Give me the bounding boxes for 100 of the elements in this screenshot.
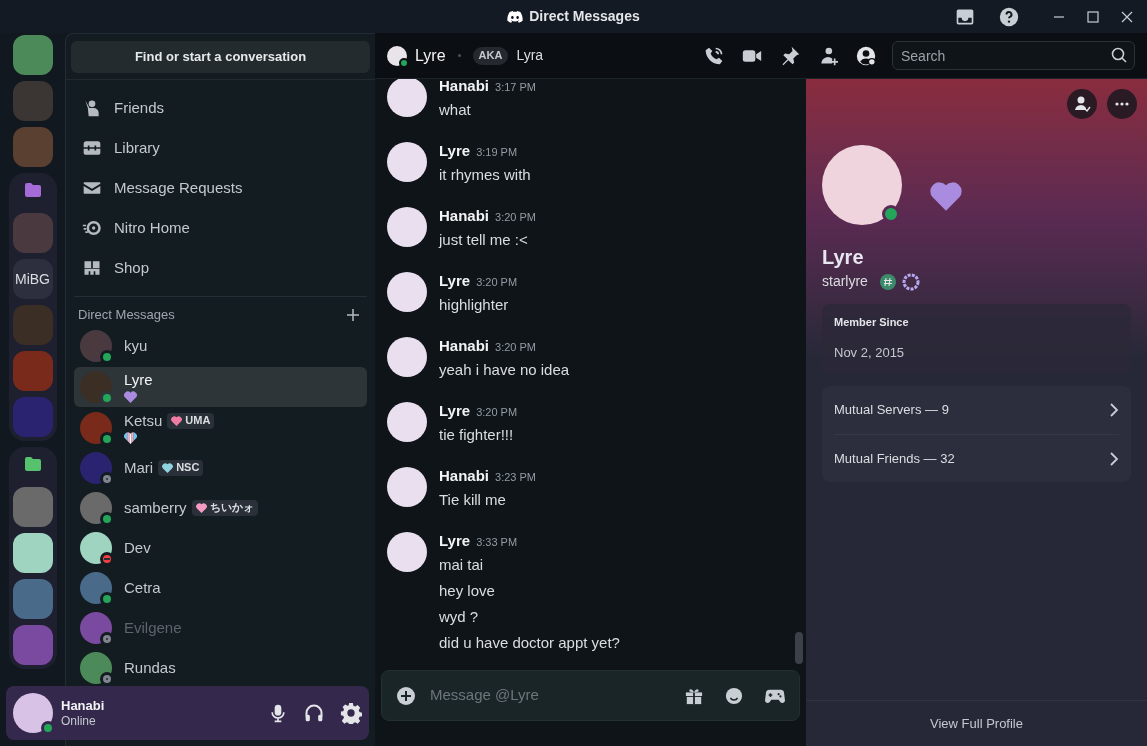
add-attachment-icon[interactable] (396, 685, 416, 706)
search-button[interactable]: Find or start a conversation (71, 40, 370, 73)
message-text: did u have doctor appt yet? (439, 633, 620, 653)
message-text: just tell me :< (439, 230, 529, 250)
add-icon[interactable] (347, 308, 359, 321)
badge-icon (901, 272, 920, 291)
heart-icon (930, 181, 962, 211)
dm-item[interactable]: samberry ちいかォ (74, 487, 367, 528)
avatar (387, 142, 427, 182)
dm-name: Rundas (124, 658, 176, 677)
folder-icon[interactable] (24, 183, 41, 197)
user-name: Hanabi (61, 698, 106, 714)
message-author: Lyre (439, 531, 471, 551)
settings-icon[interactable] (340, 702, 362, 724)
avatar (387, 207, 427, 247)
view-profile-link[interactable]: View Full Profile (930, 713, 1023, 734)
folder-icon[interactable] (24, 457, 41, 471)
headphones-icon[interactable] (304, 703, 324, 723)
aka-label: AKA (472, 46, 509, 65)
section-heading: Direct Messages (78, 306, 175, 324)
user-tag: ちいかォ (191, 499, 258, 516)
nav-item[interactable]: Message Requests (74, 168, 367, 208)
server-folder[interactable] (8, 447, 57, 669)
dm-item[interactable]: Ketsu UMA (74, 407, 367, 448)
avatar (387, 337, 427, 377)
message-text: mai tai (439, 555, 485, 575)
message-author: Hanabi (439, 206, 489, 226)
message-author: Hanabi (439, 466, 489, 486)
add-friend-icon[interactable] (818, 45, 838, 66)
message-author: Hanabi (439, 79, 489, 96)
server-icon[interactable] (12, 533, 53, 573)
avatar (387, 467, 427, 507)
message-time: 3:23 PM (495, 470, 536, 485)
server-folder[interactable]: MiBG (8, 173, 57, 441)
pin-icon[interactable] (780, 45, 800, 66)
chevron-right-icon (1109, 403, 1119, 417)
message-time: 3:20 PM (476, 405, 518, 420)
message-text: hey love (439, 581, 496, 601)
dm-item[interactable]: kyu (74, 325, 367, 366)
nav-item[interactable]: Shop (74, 248, 367, 288)
dm-name: kyu (124, 336, 148, 355)
dm-item[interactable]: Mari NSC (74, 447, 367, 488)
chat-title: Lyre (415, 45, 446, 66)
dm-name: Ketsu (124, 411, 163, 430)
maximize-icon[interactable] (1087, 10, 1099, 23)
window-title: Direct Messages (529, 7, 640, 26)
more-icon[interactable] (1107, 89, 1137, 119)
scrollbar-thumb[interactable] (795, 632, 803, 664)
dm-item[interactable]: Lyre (74, 366, 367, 407)
nav-item[interactable]: Friends (74, 88, 367, 128)
dm-item[interactable]: Dev (74, 527, 367, 568)
search-field[interactable]: Search (892, 41, 1135, 70)
message-text: tie fighter!!! (439, 425, 515, 445)
app-logo-icon (507, 10, 524, 23)
nitro-icon (82, 218, 102, 238)
message-author: Lyre (439, 141, 471, 161)
message-text: highlighter (439, 295, 510, 315)
user-status: Online (61, 714, 97, 728)
help-icon[interactable] (999, 6, 1019, 27)
message-time: 3:17 PM (495, 80, 536, 95)
user-profile-icon[interactable] (856, 45, 876, 66)
user-tag: UMA (167, 412, 215, 429)
message-time: 3:20 PM (495, 210, 536, 225)
nav-item[interactable]: Nitro Home (74, 208, 367, 248)
user-check-icon[interactable] (1067, 89, 1097, 119)
server-icon[interactable]: MiBG (12, 259, 53, 299)
user-tag: NSC (158, 459, 204, 476)
gift-icon[interactable] (685, 686, 703, 705)
nav-item[interactable]: Library (74, 128, 367, 168)
phone-icon[interactable] (704, 45, 724, 66)
avatar (387, 532, 427, 572)
avatar (387, 272, 427, 312)
dm-name: Lyre (124, 370, 153, 389)
message-field[interactable]: Message @Lyre (430, 684, 685, 707)
message-author: Hanabi (439, 336, 489, 356)
library-icon (82, 138, 102, 158)
composer-bar[interactable]: Message @Lyre (381, 670, 800, 721)
dm-item[interactable]: Rundas (74, 647, 367, 686)
message-time: 3:20 PM (476, 275, 518, 290)
shop-icon (82, 258, 102, 278)
message-text: what (439, 100, 472, 120)
message-text: yeah i have no idea (439, 360, 570, 380)
dm-name: Mari (124, 458, 154, 477)
mutuals-link[interactable]: Mutual Servers — 9 (834, 386, 1119, 434)
message-text: Tie kill me (439, 490, 507, 510)
chevron-right-icon (1109, 451, 1119, 466)
message-time: 3:19 PM (476, 145, 518, 160)
message-text: wyd ? (439, 607, 480, 627)
dm-name: Evilgene (124, 618, 182, 637)
emoji-icon[interactable] (725, 686, 743, 705)
message-author: Lyre (439, 401, 471, 421)
microphone-icon[interactable] (268, 703, 288, 723)
mutuals-link[interactable]: Mutual Friends — 32 (834, 434, 1119, 482)
server-icon[interactable] (12, 35, 53, 75)
message-time: 3:20 PM (495, 340, 536, 355)
close-icon[interactable] (1121, 10, 1133, 23)
message-text: it rhymes with (439, 165, 531, 185)
dm-item[interactable]: Cetra (74, 567, 367, 608)
avatar (387, 79, 427, 117)
profile-username: starlyre (822, 272, 868, 291)
